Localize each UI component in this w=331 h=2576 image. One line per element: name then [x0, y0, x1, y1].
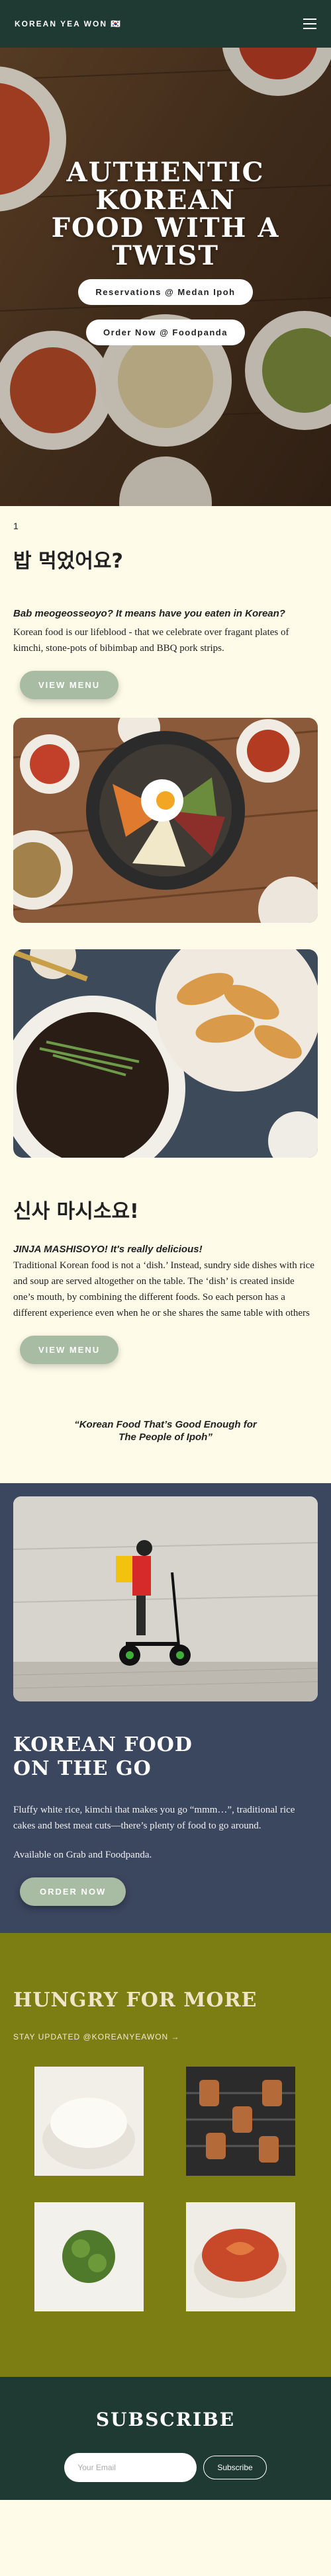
- hero-section: AUTHENTIC KOREAN FOOD WITH A TWIST Reser…: [0, 0, 331, 506]
- view-menu-button[interactable]: VIEW MENU: [20, 671, 119, 699]
- reservations-button[interactable]: Reservations @ Medan Ipoh: [78, 279, 253, 305]
- hero-title: AUTHENTIC KOREAN FOOD WITH A TWIST: [51, 157, 280, 271]
- order-now-foodpanda-button[interactable]: Order Now @ Foodpanda: [86, 320, 245, 345]
- view-menu-button-2[interactable]: VIEW MENU: [20, 1336, 119, 1364]
- grid-image-greens[interactable]: [34, 2202, 144, 2311]
- subscribe-button[interactable]: Subscribe: [203, 2456, 267, 2479]
- instagram-grid: [34, 2067, 318, 2311]
- hungry-title: HUNGRY FOR MORE: [13, 1989, 258, 2012]
- page-number: 1: [13, 521, 19, 531]
- on-the-go-availability: Available on Grab and Foodpanda.: [13, 1850, 152, 1860]
- delicious-body: Traditional Korean food is not a ‘dish.’…: [13, 1260, 314, 1318]
- order-now-button[interactable]: ORDER NOW: [20, 1877, 126, 1906]
- quote: “Korean Food That’s Good Enough for The …: [13, 1418, 318, 1443]
- intro-subhead: Bab meogeosseoyo? It means have you eate…: [13, 608, 285, 619]
- delicious-subhead: JINJA MASHISOYO! It's really delicious!: [13, 1244, 203, 1255]
- subscribe-section: SUBSCRIBE Subscribe: [0, 2377, 331, 2500]
- intro-title-korean: 밥 먹었어요?: [13, 550, 123, 573]
- dumplings-jajangmyeon-photo: [13, 949, 318, 1158]
- subscribe-title: SUBSCRIBE: [95, 2409, 236, 2430]
- intro-body: Korean food is our lifeblood - that we c…: [13, 627, 289, 654]
- on-the-go-section: KOREAN FOOD ON THE GO Fluffy white rice,…: [0, 1483, 331, 1933]
- delicious-section: 신사 마시소요! JINJA MASHISOYO! It's really de…: [0, 1158, 331, 1443]
- on-the-go-body: Fluffy white rice, kimchi that makes you…: [13, 1805, 295, 1831]
- email-input[interactable]: [64, 2453, 197, 2482]
- delicious-title-korean: 신사 마시소요!: [13, 1200, 139, 1223]
- grid-image-rice[interactable]: [34, 2067, 144, 2176]
- quote-line-1: “Korean Food That’s Good Enough for: [74, 1419, 257, 1430]
- grid-image-kimchi[interactable]: [186, 2202, 295, 2311]
- hungry-section: HUNGRY FOR MORE STAY UPDATED @KOREANYEAW…: [0, 1933, 331, 2377]
- on-the-go-title: KOREAN FOOD ON THE GO: [13, 1733, 193, 1780]
- hamburger-icon[interactable]: [303, 19, 316, 29]
- grid-image-bbq[interactable]: [186, 2067, 295, 2176]
- bibimbap-photo: [13, 718, 318, 923]
- newsletter-form: Subscribe: [0, 2453, 331, 2482]
- top-nav: KOREAN YEA WON 🇰🇷: [0, 0, 331, 48]
- intro-section: 1 밥 먹었어요? Bab meogeosseoyo? It means hav…: [0, 506, 331, 718]
- quote-line-2: The People of Ipoh”: [118, 1432, 213, 1443]
- brand-logo[interactable]: KOREAN YEA WON 🇰🇷: [15, 19, 122, 28]
- scooter-photo: [13, 1496, 318, 1701]
- instagram-handle-link[interactable]: STAY UPDATED @KOREANYEAWON →: [13, 2032, 318, 2041]
